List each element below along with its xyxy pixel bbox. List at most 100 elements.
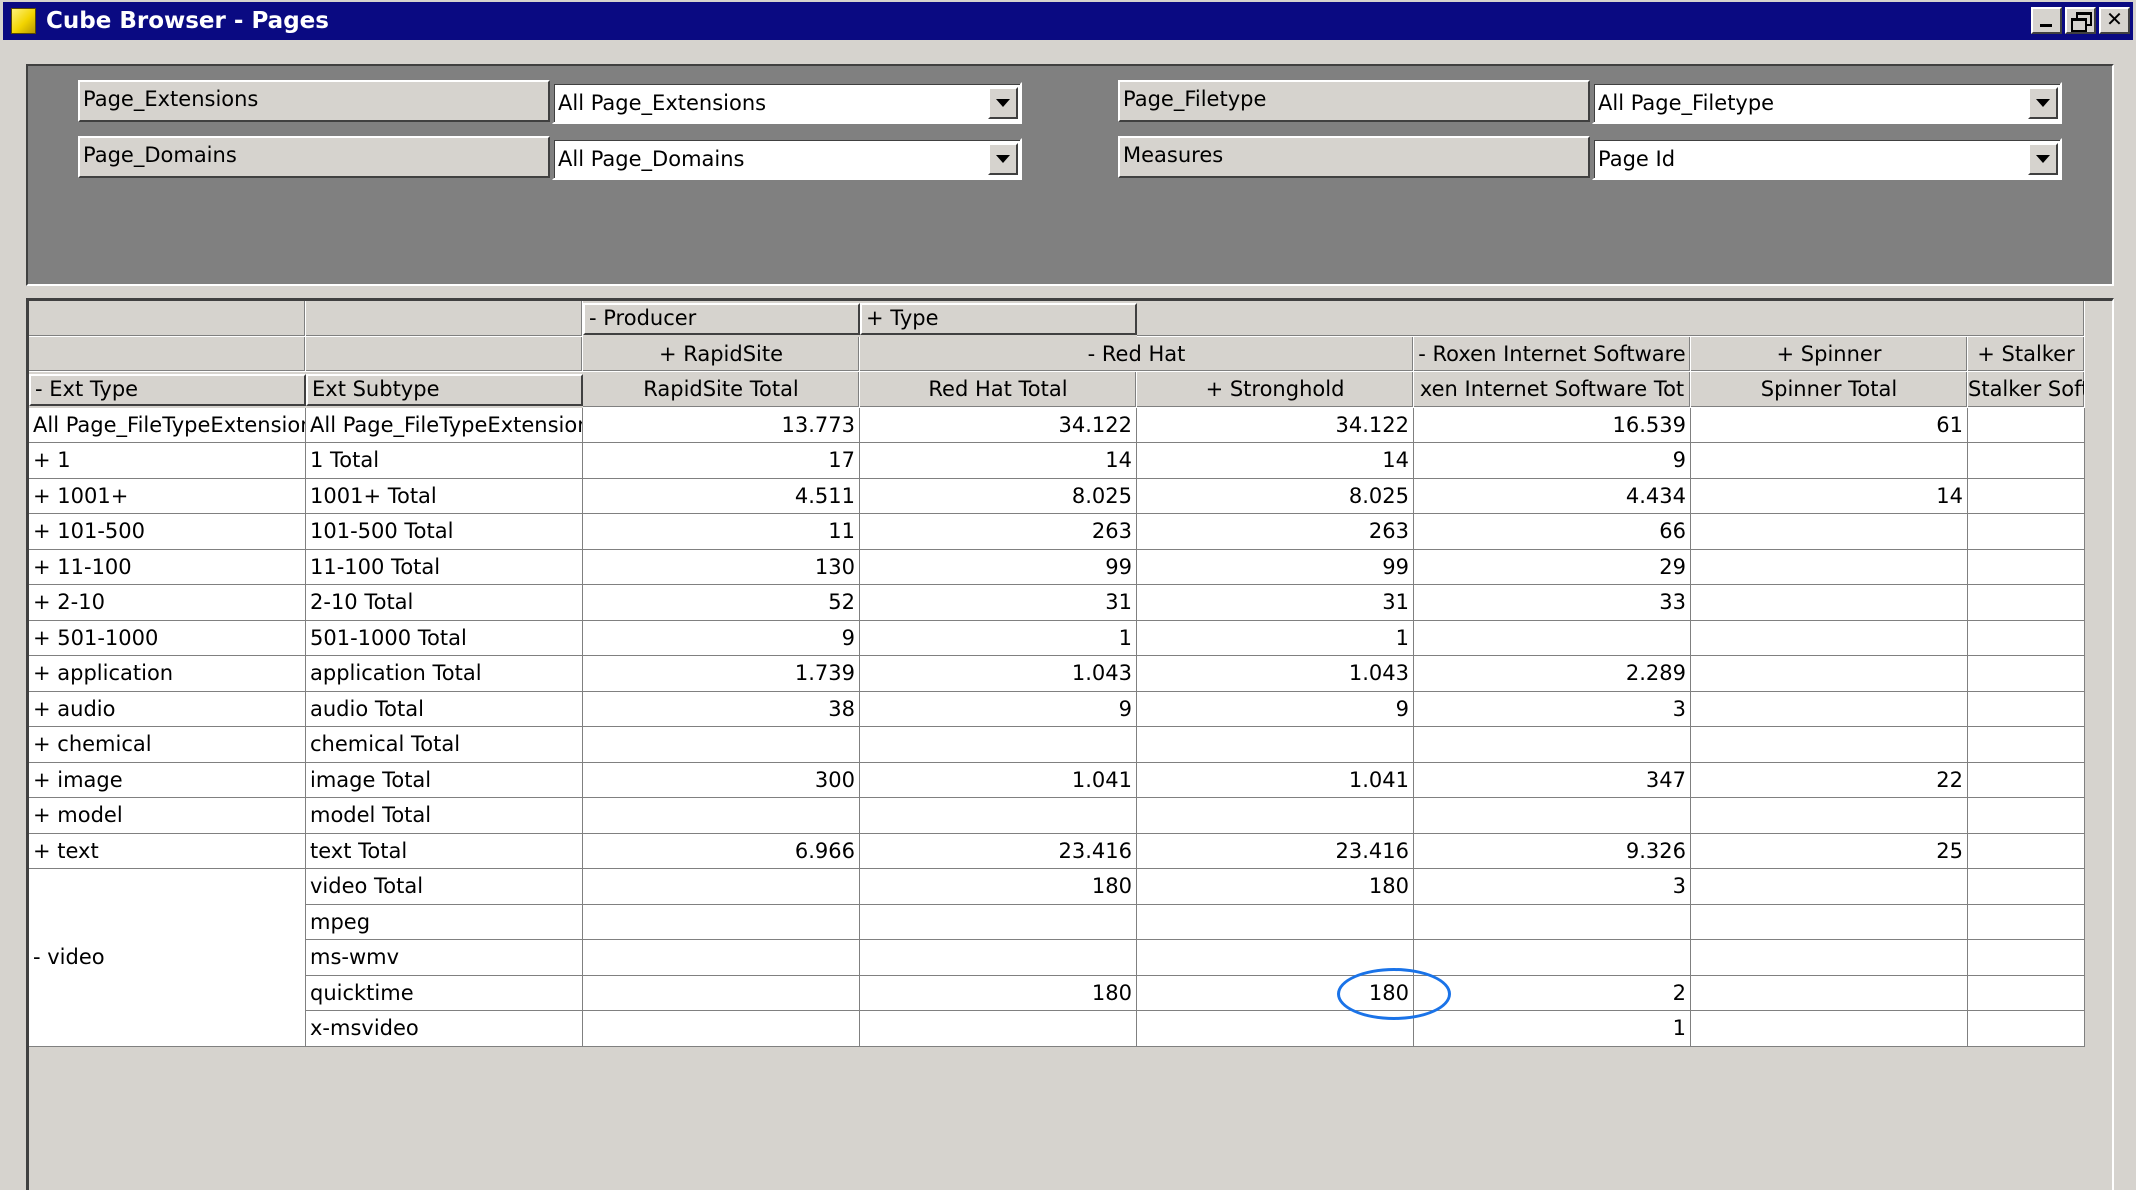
- data-cell[interactable]: 2.289: [1414, 656, 1691, 692]
- data-cell[interactable]: 14: [860, 443, 1137, 479]
- data-cell[interactable]: 1.043: [1137, 656, 1414, 692]
- row-header-ext-type[interactable]: All Page_FileTypeExtension: [29, 407, 306, 443]
- data-cell[interactable]: 9: [583, 620, 860, 656]
- chevron-down-icon[interactable]: [2028, 143, 2058, 175]
- data-cell[interactable]: [583, 727, 860, 763]
- data-cell[interactable]: [1414, 798, 1691, 834]
- data-cell[interactable]: 8.025: [860, 478, 1137, 514]
- data-cell[interactable]: [1691, 727, 1968, 763]
- data-cell[interactable]: 130: [583, 549, 860, 585]
- data-cell[interactable]: 11: [583, 514, 860, 550]
- producer-header-stalker[interactable]: + Stalker: [1968, 336, 2085, 372]
- data-cell[interactable]: 1: [1414, 1011, 1691, 1047]
- data-cell[interactable]: [583, 975, 860, 1011]
- row-header-ext-subtype[interactable]: chemical Total: [306, 727, 583, 763]
- window-titlebar[interactable]: Cube Browser - Pages ✕: [3, 2, 2133, 40]
- restore-button[interactable]: [2065, 7, 2096, 34]
- row-header-ext-subtype[interactable]: image Total: [306, 762, 583, 798]
- data-cell[interactable]: [1968, 833, 2085, 869]
- row-header-ext-type[interactable]: + 501-1000: [29, 620, 306, 656]
- data-cell[interactable]: 347: [1414, 762, 1691, 798]
- row-header-ext-subtype[interactable]: video Total: [306, 869, 583, 905]
- data-cell[interactable]: [1137, 904, 1414, 940]
- data-cell[interactable]: 4.511: [583, 478, 860, 514]
- producer-field-button[interactable]: - Producer: [583, 303, 860, 335]
- data-cell[interactable]: 2: [1414, 975, 1691, 1011]
- data-cell[interactable]: [1691, 585, 1968, 621]
- producer-header-rapidsite[interactable]: + RapidSite: [583, 336, 860, 372]
- data-cell[interactable]: [1968, 620, 2085, 656]
- data-cell[interactable]: [583, 1011, 860, 1047]
- data-cell[interactable]: [583, 904, 860, 940]
- data-cell[interactable]: 33: [1414, 585, 1691, 621]
- data-cell[interactable]: 8.025: [1137, 478, 1414, 514]
- page-domains-select[interactable]: All Page_Domains: [552, 138, 1022, 180]
- data-cell[interactable]: 9: [860, 691, 1137, 727]
- row-header-ext-type[interactable]: + 11-100: [29, 549, 306, 585]
- row-header-ext-subtype[interactable]: 101-500 Total: [306, 514, 583, 550]
- data-cell[interactable]: 17: [583, 443, 860, 479]
- row-header-ext-subtype[interactable]: 1001+ Total: [306, 478, 583, 514]
- data-cell[interactable]: 1: [1137, 620, 1414, 656]
- column-header[interactable]: + Stronghold: [1137, 372, 1414, 408]
- row-header-ext-subtype[interactable]: ms-wmv: [306, 940, 583, 976]
- data-cell[interactable]: 180: [860, 975, 1137, 1011]
- row-header-ext-subtype[interactable]: quicktime: [306, 975, 583, 1011]
- data-cell[interactable]: 180: [1137, 975, 1414, 1011]
- data-cell[interactable]: [1968, 585, 2085, 621]
- ext-subtype-field-button[interactable]: Ext Subtype: [306, 374, 583, 406]
- row-header-video-group[interactable]: - video: [29, 869, 306, 1047]
- data-cell[interactable]: [1968, 691, 2085, 727]
- data-cell[interactable]: [1691, 549, 1968, 585]
- data-cell[interactable]: 1: [860, 620, 1137, 656]
- row-header-ext-subtype[interactable]: application Total: [306, 656, 583, 692]
- data-cell[interactable]: 66: [1414, 514, 1691, 550]
- data-cell[interactable]: 9: [1414, 443, 1691, 479]
- data-cell[interactable]: [860, 727, 1137, 763]
- row-header-ext-subtype[interactable]: audio Total: [306, 691, 583, 727]
- row-header-ext-subtype[interactable]: model Total: [306, 798, 583, 834]
- data-cell[interactable]: [860, 940, 1137, 976]
- data-cell[interactable]: 300: [583, 762, 860, 798]
- row-header-ext-subtype[interactable]: All Page_FileTypeExtension: [306, 407, 583, 443]
- producer-header-roxen[interactable]: - Roxen Internet Software: [1414, 336, 1691, 372]
- row-header-ext-subtype[interactable]: mpeg: [306, 904, 583, 940]
- data-cell[interactable]: 14: [1137, 443, 1414, 479]
- data-cell[interactable]: [1968, 762, 2085, 798]
- page-filetype-select[interactable]: All Page_Filetype: [1592, 82, 2062, 124]
- data-cell[interactable]: 38: [583, 691, 860, 727]
- row-header-ext-type[interactable]: + 1: [29, 443, 306, 479]
- column-header[interactable]: Stalker Soft: [1968, 372, 2085, 408]
- column-header[interactable]: Spinner Total: [1691, 372, 1968, 408]
- data-cell[interactable]: [583, 798, 860, 834]
- row-header-ext-type[interactable]: + application: [29, 656, 306, 692]
- data-cell[interactable]: [860, 798, 1137, 834]
- data-cell[interactable]: 16.539: [1414, 407, 1691, 443]
- data-cell[interactable]: [1691, 514, 1968, 550]
- chevron-down-icon[interactable]: [2028, 87, 2058, 119]
- column-header[interactable]: RapidSite Total: [583, 372, 860, 408]
- data-cell[interactable]: 3: [1414, 691, 1691, 727]
- data-cell[interactable]: 25: [1691, 833, 1968, 869]
- ext-type-field-button[interactable]: - Ext Type: [29, 374, 306, 406]
- data-cell[interactable]: [1691, 904, 1968, 940]
- data-cell[interactable]: 52: [583, 585, 860, 621]
- column-header[interactable]: Red Hat Total: [860, 372, 1137, 408]
- data-cell[interactable]: [860, 904, 1137, 940]
- data-cell[interactable]: 263: [860, 514, 1137, 550]
- row-header-ext-type[interactable]: + chemical: [29, 727, 306, 763]
- row-header-ext-type[interactable]: + 2-10: [29, 585, 306, 621]
- data-cell[interactable]: [1691, 691, 1968, 727]
- data-cell[interactable]: [1968, 549, 2085, 585]
- data-cell[interactable]: [1968, 656, 2085, 692]
- data-cell[interactable]: [1968, 904, 2085, 940]
- data-cell[interactable]: [1691, 940, 1968, 976]
- row-header-ext-subtype[interactable]: 1 Total: [306, 443, 583, 479]
- data-cell[interactable]: [1691, 798, 1968, 834]
- data-cell[interactable]: 14: [1691, 478, 1968, 514]
- chevron-down-icon[interactable]: [988, 143, 1018, 175]
- data-cell[interactable]: 1.043: [860, 656, 1137, 692]
- data-cell[interactable]: [1137, 727, 1414, 763]
- data-cell[interactable]: [1691, 620, 1968, 656]
- data-cell[interactable]: [1691, 975, 1968, 1011]
